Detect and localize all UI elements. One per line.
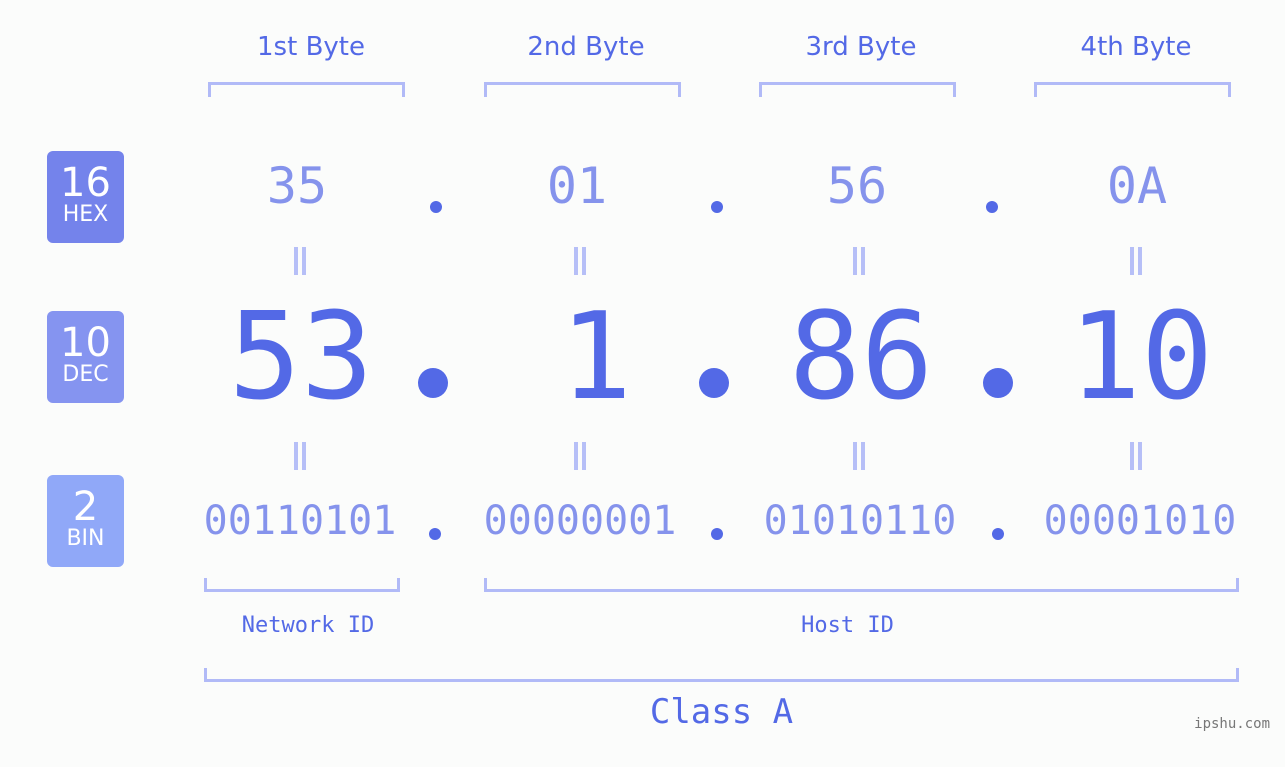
- bin-badge: 2 BIN: [47, 475, 124, 567]
- class-bracket: [204, 668, 1239, 682]
- byte-bracket-4: [1034, 82, 1231, 97]
- equals-icon: [292, 442, 308, 470]
- dec-byte-3: 86: [788, 288, 934, 427]
- hex-byte-2: 01: [546, 157, 608, 215]
- dec-badge-number: 10: [60, 320, 111, 366]
- equals-icon: [572, 442, 588, 470]
- hex-separator-dot: [430, 201, 442, 213]
- dec-separator-dot: [418, 368, 448, 398]
- bin-badge-number: 2: [72, 484, 99, 530]
- hex-byte-1: 35: [266, 157, 328, 215]
- host-id-bracket: [484, 578, 1239, 592]
- byte-bracket-2: [484, 82, 681, 97]
- equals-icon: [292, 247, 308, 275]
- bin-byte-1: 00110101: [203, 498, 397, 544]
- dec-byte-4: 10: [1068, 288, 1214, 427]
- dec-byte-1: 53: [228, 288, 374, 427]
- bin-separator-dot: [711, 528, 723, 540]
- dec-separator-dot: [699, 368, 729, 398]
- equals-icon: [572, 247, 588, 275]
- equals-icon: [1128, 247, 1144, 275]
- bin-separator-dot: [992, 528, 1004, 540]
- byte-header-4: 4th Byte: [1080, 32, 1192, 62]
- bin-byte-4: 00001010: [1043, 498, 1237, 544]
- byte-header-1: 1st Byte: [257, 32, 365, 62]
- hex-byte-3: 56: [826, 157, 888, 215]
- bin-byte-2: 00000001: [483, 498, 677, 544]
- class-label: Class A: [649, 692, 794, 732]
- hex-badge: 16 HEX: [47, 151, 124, 243]
- byte-bracket-3: [759, 82, 956, 97]
- equals-icon: [851, 442, 867, 470]
- network-id-bracket: [204, 578, 400, 592]
- host-id-label: Host ID: [801, 613, 894, 638]
- dec-byte-2: 1: [559, 288, 633, 427]
- hex-separator-dot: [711, 201, 723, 213]
- dec-badge: 10 DEC: [47, 311, 124, 403]
- network-id-label: Network ID: [241, 613, 375, 638]
- dec-badge-label: DEC: [62, 362, 109, 387]
- bin-byte-3: 01010110: [763, 498, 957, 544]
- dec-separator-dot: [983, 368, 1013, 398]
- hex-separator-dot: [986, 201, 998, 213]
- hex-byte-4: 0A: [1106, 157, 1168, 215]
- byte-header-2: 2nd Byte: [527, 32, 645, 62]
- watermark: ipshu.com: [1194, 716, 1270, 732]
- hex-badge-label: HEX: [62, 202, 109, 227]
- equals-icon: [851, 247, 867, 275]
- equals-icon: [1128, 442, 1144, 470]
- bin-badge-label: BIN: [66, 526, 105, 551]
- bin-separator-dot: [429, 528, 441, 540]
- hex-badge-number: 16: [60, 160, 111, 206]
- byte-header-3: 3rd Byte: [805, 32, 917, 62]
- byte-bracket-1: [208, 82, 405, 97]
